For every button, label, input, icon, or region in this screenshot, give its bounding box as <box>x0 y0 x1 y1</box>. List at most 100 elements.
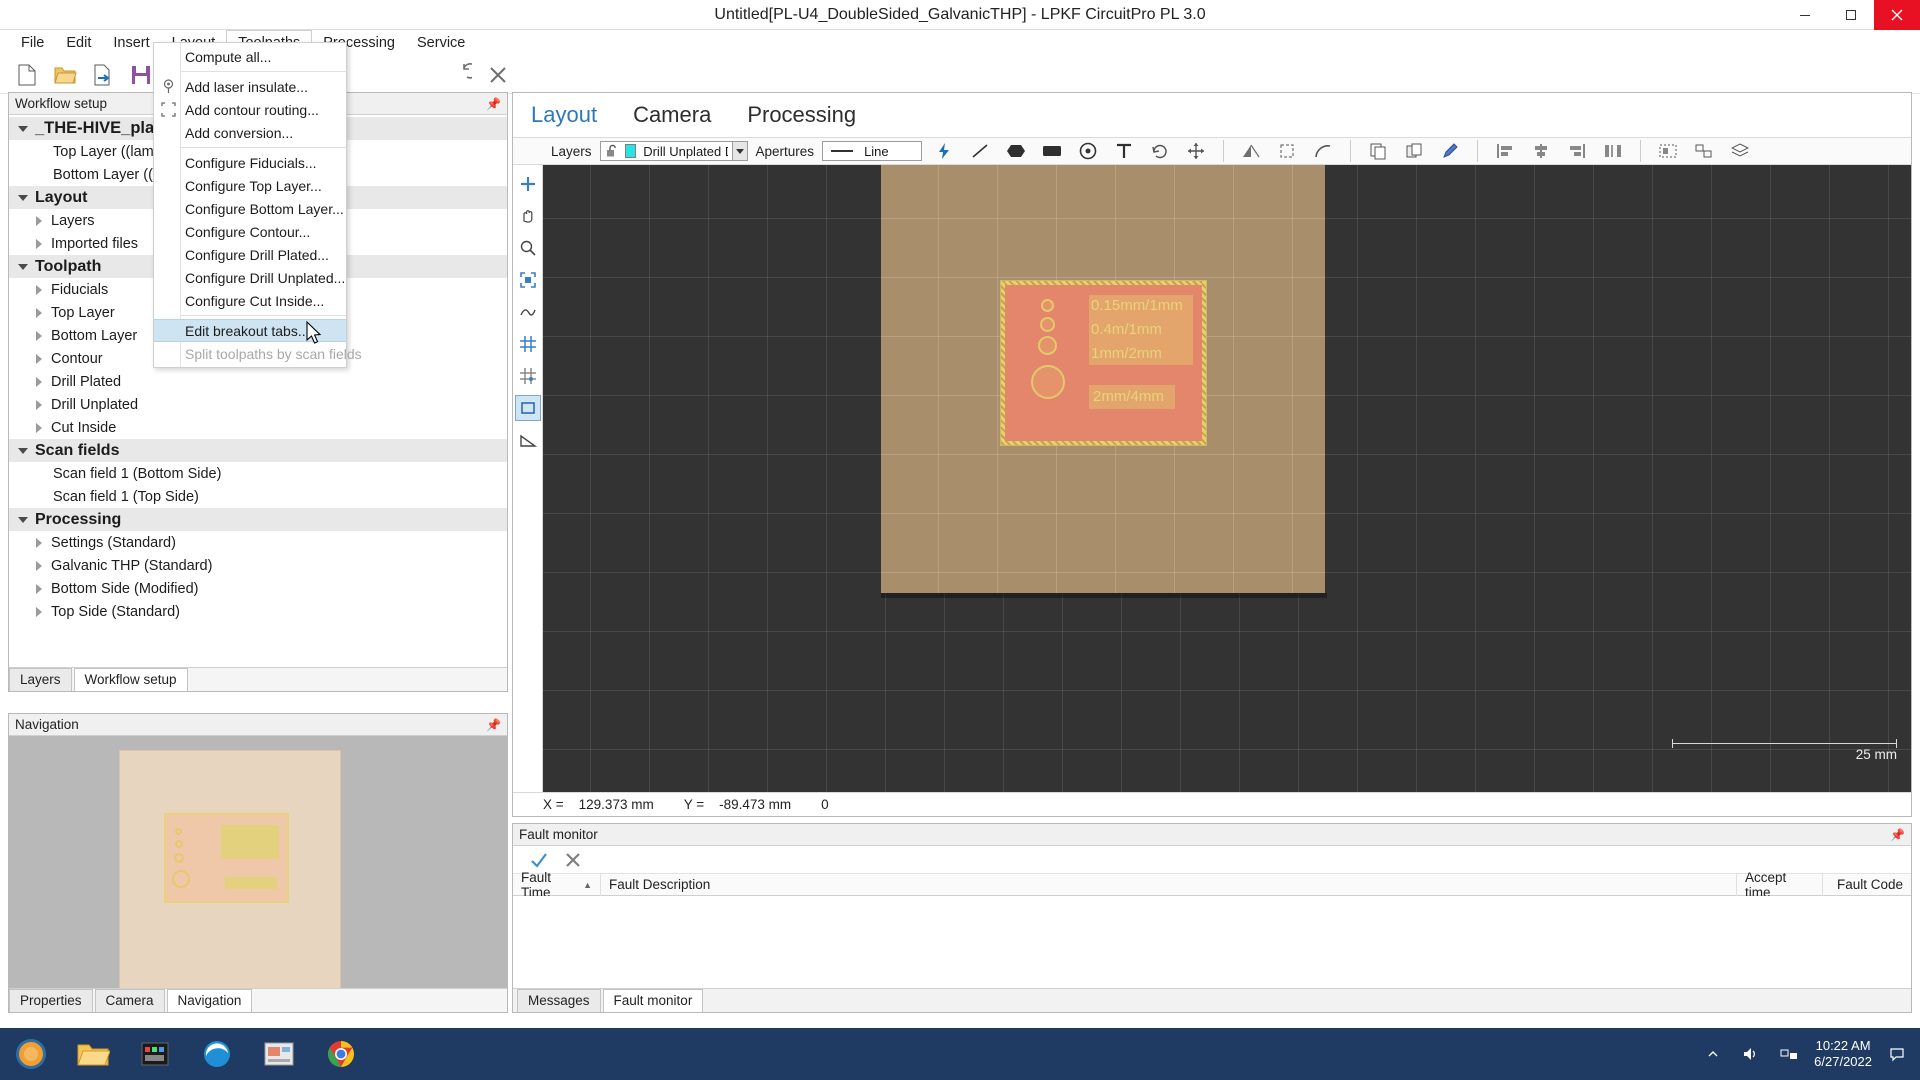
menu-item[interactable]: Compute all... <box>154 45 346 68</box>
arc-tool-icon[interactable] <box>1309 139 1337 163</box>
chevron-right-icon[interactable] <box>31 399 47 410</box>
tree-item[interactable]: Cut Inside <box>9 416 507 439</box>
polygon-tool-icon[interactable] <box>1002 139 1030 163</box>
copy-icon[interactable] <box>1364 139 1392 163</box>
chevron-up-icon[interactable] <box>1700 1028 1726 1080</box>
column-fault-code[interactable]: Fault Code <box>1823 874 1911 896</box>
unlock-icon[interactable] <box>604 144 621 158</box>
menu-file[interactable]: File <box>10 30 55 56</box>
pin-icon[interactable]: 📌 <box>1890 828 1905 842</box>
tree-item[interactable]: Bottom Side (Modified) <box>9 577 507 600</box>
chevron-right-icon[interactable] <box>31 537 47 548</box>
maximize-button[interactable] <box>1828 0 1874 30</box>
tab-fault-monitor[interactable]: Fault monitor <box>602 989 704 1012</box>
tab-navigation[interactable]: Navigation <box>166 989 253 1012</box>
menu-item[interactable]: Configure Top Layer... <box>154 174 346 197</box>
menu-edit[interactable]: Edit <box>55 30 102 56</box>
menu-item[interactable]: Configure Contour... <box>154 220 346 243</box>
delete-icon[interactable] <box>481 59 515 91</box>
chevron-right-icon[interactable] <box>31 606 47 617</box>
speaker-icon[interactable] <box>1738 1028 1764 1080</box>
network-icon[interactable] <box>1776 1028 1802 1080</box>
chevron-down-icon[interactable] <box>15 516 31 523</box>
column-fault-description[interactable]: Fault Description <box>601 873 1737 896</box>
menu-item[interactable]: Edit breakout tabs... <box>154 319 346 342</box>
line-tool-icon[interactable] <box>966 139 994 163</box>
tree-item[interactable]: Processing <box>9 508 507 531</box>
menu-item[interactable]: Configure Bottom Layer... <box>154 197 346 220</box>
layers-icon[interactable] <box>1726 139 1754 163</box>
group-icon[interactable] <box>1654 139 1682 163</box>
chevron-down-icon[interactable] <box>15 447 31 454</box>
tree-item[interactable]: Top Side (Standard) <box>9 600 507 623</box>
align-right-icon[interactable] <box>1563 139 1591 163</box>
placeholder-button-7[interactable] <box>405 59 439 91</box>
menu-item[interactable]: Configure Cut Inside... <box>154 289 346 312</box>
menu-item[interactable]: Add contour routing... <box>154 98 346 121</box>
menu-item[interactable]: Add conversion... <box>154 121 346 144</box>
ungroup-icon[interactable] <box>1690 139 1718 163</box>
chevron-right-icon[interactable] <box>31 215 47 226</box>
close-button[interactable] <box>1874 0 1920 30</box>
rotate-tool-icon[interactable] <box>1146 139 1174 163</box>
chevron-right-icon[interactable] <box>31 284 47 295</box>
grid-icon[interactable] <box>515 331 541 357</box>
tree-item[interactable]: Scan field 1 (Top Side) <box>9 485 507 508</box>
layer-select[interactable]: Drill Unplated Dril <box>599 141 748 161</box>
chevron-right-icon[interactable] <box>31 583 47 594</box>
edge-browser-button[interactable] <box>186 1028 248 1080</box>
tab-layers[interactable]: Layers <box>9 668 72 691</box>
rectangle-icon[interactable] <box>514 395 541 421</box>
chevron-right-icon[interactable] <box>31 560 47 571</box>
menu-item[interactable]: Configure Fiducials... <box>154 151 346 174</box>
tree-item[interactable]: Settings (Standard) <box>9 531 507 554</box>
toolpaths-dropdown-menu[interactable]: Compute all... Add laser insulate... Add c… <box>153 42 362 368</box>
aperture-select[interactable]: Line <box>822 141 923 161</box>
align-left-icon[interactable] <box>1491 139 1519 163</box>
tree-item[interactable]: Scan fields <box>9 439 507 462</box>
chevron-down-icon[interactable] <box>731 142 747 160</box>
fit-screen-icon[interactable] <box>515 267 541 293</box>
move-tool-icon[interactable] <box>1182 139 1210 163</box>
column-accept-time[interactable]: Accept time <box>1737 870 1823 900</box>
cross-icon[interactable] <box>559 848 587 872</box>
bounding-box-icon[interactable] <box>1273 139 1301 163</box>
text-tool-icon[interactable] <box>1110 139 1138 163</box>
menu-item[interactable]: Configure Drill Unplated... <box>154 266 346 289</box>
chevron-down-icon[interactable] <box>15 194 31 201</box>
file-explorer-button[interactable] <box>62 1028 124 1080</box>
minimize-button[interactable] <box>1782 0 1828 30</box>
placeholder-button-6[interactable] <box>367 59 401 91</box>
tree-item[interactable]: Galvanic THP (Standard) <box>9 554 507 577</box>
chevron-right-icon[interactable] <box>31 376 47 387</box>
edit-pen-icon[interactable] <box>1436 139 1464 163</box>
tab-camera[interactable]: Camera <box>94 989 165 1012</box>
menu-service[interactable]: Service <box>406 30 476 56</box>
pin-icon[interactable]: 📌 <box>486 97 501 111</box>
import-file-icon[interactable] <box>86 59 120 91</box>
chevron-right-icon[interactable] <box>31 422 47 433</box>
rectangle-tool-icon[interactable] <box>1038 139 1066 163</box>
circle-tool-icon[interactable] <box>1074 139 1102 163</box>
tab-workflow-setup[interactable]: Workflow setup <box>73 668 188 691</box>
column-fault-time[interactable]: Fault Time ▲ <box>513 870 601 900</box>
pin-icon[interactable]: 📌 <box>486 718 501 732</box>
start-button[interactable] <box>0 1028 62 1080</box>
duplicate-icon[interactable] <box>1400 139 1428 163</box>
tree-item[interactable]: Scan field 1 (Bottom Side) <box>9 462 507 485</box>
taskbar-clock[interactable]: 10:22 AM 6/27/2022 <box>1814 1038 1872 1071</box>
pcb-outline[interactable]: 0.15mm/1mm 0.4m/1mm 1mm/2mm 2mm/4mm <box>1001 281 1206 445</box>
tree-item[interactable]: Drill Unplated <box>9 393 507 416</box>
align-center-icon[interactable] <box>1527 139 1555 163</box>
chevron-right-icon[interactable] <box>31 330 47 341</box>
fault-table-body[interactable] <box>513 896 1911 988</box>
undo-icon[interactable] <box>443 59 477 91</box>
notification-icon[interactable] <box>1884 1028 1910 1080</box>
curve-icon[interactable] <box>515 299 541 325</box>
new-document-icon[interactable] <box>10 59 44 91</box>
chevron-right-icon[interactable] <box>31 238 47 249</box>
chevron-right-icon[interactable] <box>31 307 47 318</box>
magnifier-icon[interactable] <box>515 235 541 261</box>
angle-icon[interactable] <box>515 427 541 453</box>
view-tab-camera[interactable]: Camera <box>633 102 711 128</box>
